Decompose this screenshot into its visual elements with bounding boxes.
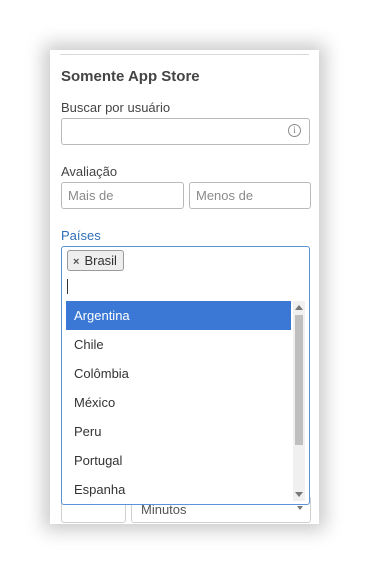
dropdown-option-peru[interactable]: Peru <box>66 417 291 446</box>
divider <box>60 54 309 55</box>
scroll-down-arrow-icon[interactable] <box>295 492 303 497</box>
dropdown-option-mexico[interactable]: México <box>66 388 291 417</box>
rating-min-input[interactable] <box>61 182 184 209</box>
scrollbar-thumb[interactable] <box>295 315 303 445</box>
countries-label: Países <box>61 228 101 243</box>
dropdown-scrollbar[interactable] <box>293 301 305 501</box>
scroll-up-arrow-icon[interactable] <box>295 305 303 310</box>
user-search-input[interactable] <box>61 118 310 145</box>
info-circle-icon[interactable]: i <box>288 124 301 137</box>
user-search-label: Buscar por usuário <box>61 100 171 115</box>
country-tag-label: Brasil <box>84 253 117 268</box>
dropdown-option-colombia[interactable]: Colômbia <box>66 359 291 388</box>
country-tag: × Brasil <box>67 250 124 271</box>
chevron-down-icon <box>297 506 303 510</box>
rating-label: Avaliação <box>61 164 118 179</box>
dropdown-option-portugal[interactable]: Portugal <box>66 446 291 475</box>
text-cursor[interactable] <box>67 279 68 294</box>
close-icon[interactable]: × <box>73 253 79 272</box>
countries-dropdown: Argentina Chile Colômbia México Peru Por… <box>66 301 305 501</box>
rating-max-input[interactable] <box>189 182 311 209</box>
dropdown-option-espanha[interactable]: Espanha <box>66 475 291 501</box>
dropdown-option-chile[interactable]: Chile <box>66 330 291 359</box>
filter-panel: Somente App Store Buscar por usuário i A… <box>50 50 319 524</box>
countries-multiselect[interactable]: × Brasil Argentina Chile Colômbia México … <box>61 246 310 505</box>
dropdown-option-argentina[interactable]: Argentina <box>66 301 291 330</box>
panel-title: Somente App Store <box>61 68 200 85</box>
